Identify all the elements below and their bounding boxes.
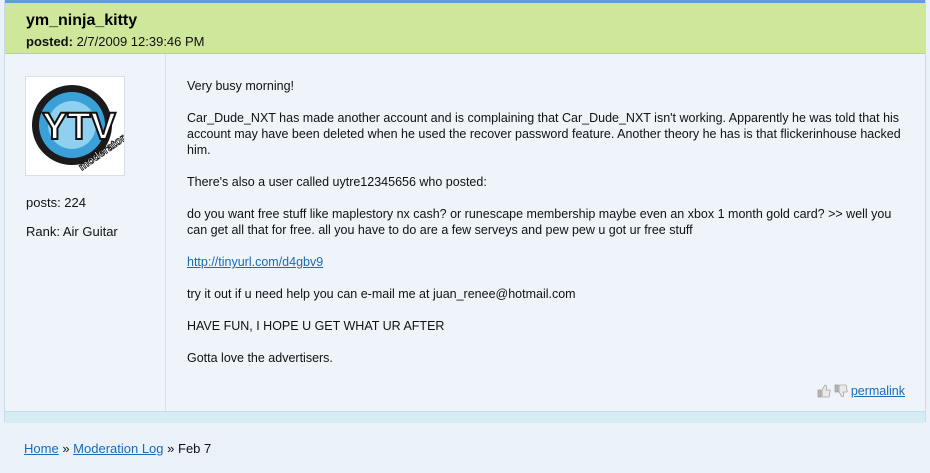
post-username[interactable]: ym_ninja_kitty	[26, 12, 137, 30]
post-paragraph: try it out if u need help you can e-mail…	[187, 287, 576, 301]
posted-date-value: 2/7/2009 12:39:46 PM	[76, 34, 205, 49]
post-paragraph: Very busy morning!	[187, 79, 294, 93]
breadcrumb-moderation-log[interactable]: Moderation Log	[73, 441, 163, 456]
post-count: posts: 224	[26, 195, 86, 210]
breadcrumb-current: Feb 7	[178, 441, 212, 456]
post-date: posted: 2/7/2009 12:39:46 PM	[26, 34, 205, 49]
tinyurl-link[interactable]: http://tinyurl.com/d4gbv9	[187, 255, 323, 269]
author-sidebar: YTV moderator posts: 224 Rank: Air Guita…	[5, 54, 166, 411]
post-link-paragraph: http://tinyurl.com/d4gbv9	[187, 254, 907, 270]
post-paragraph: Gotta love the advertisers.	[187, 351, 333, 365]
avatar: YTV moderator	[25, 76, 129, 176]
breadcrumb-separator: »	[62, 441, 70, 456]
breadcrumb: Home » Moderation Log » Feb 7	[24, 441, 211, 456]
forum-post: ym_ninja_kitty posted: 2/7/2009 12:39:46…	[4, 0, 926, 423]
posted-label: posted:	[26, 34, 73, 49]
breadcrumb-separator: »	[167, 441, 175, 456]
post-paragraph: HAVE FUN, I HOPE U GET WHAT UR AFTER	[187, 319, 445, 333]
thumbs-up-icon[interactable]	[817, 384, 831, 398]
post-actions: permalink	[817, 384, 905, 398]
breadcrumb-home[interactable]: Home	[24, 441, 59, 456]
user-rank: Rank: Air Guitar	[26, 224, 118, 239]
post-body: Very busy morning! Car_Dude_NXT has made…	[187, 78, 907, 382]
post-paragraph: There's also a user called uytre12345656…	[187, 175, 487, 189]
post-header: ym_ninja_kitty posted: 2/7/2009 12:39:46…	[5, 0, 925, 54]
avatar-logo-text: YTV	[42, 106, 117, 148]
permalink-link[interactable]: permalink	[851, 384, 905, 398]
ytv-moderator-logo-icon: YTV moderator	[32, 85, 129, 174]
post-footer-divider	[5, 411, 925, 423]
thumbs-down-icon[interactable]	[834, 384, 848, 398]
post-paragraph: do you want free stuff like maplestory n…	[187, 207, 892, 237]
post-paragraph: Car_Dude_NXT has made another account an…	[187, 111, 901, 157]
